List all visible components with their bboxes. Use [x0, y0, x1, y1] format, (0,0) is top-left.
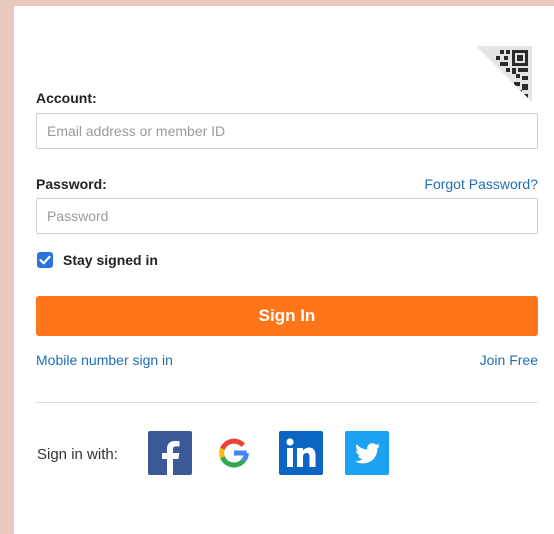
qr-login-toggle[interactable]: [476, 46, 532, 102]
account-input[interactable]: [36, 113, 538, 149]
twitter-sign-in-button[interactable]: [345, 431, 389, 475]
forgot-password-link[interactable]: Forgot Password?: [424, 176, 538, 192]
twitter-icon: [355, 443, 380, 464]
sign-in-with-label: Sign in with:: [37, 446, 118, 463]
password-input[interactable]: [36, 198, 538, 234]
linkedin-icon: [286, 438, 316, 467]
linkedin-sign-in-button[interactable]: [279, 431, 323, 475]
facebook-sign-in-button[interactable]: [148, 431, 192, 475]
stay-signed-in-label[interactable]: Stay signed in: [63, 252, 158, 268]
join-free-link[interactable]: Join Free: [480, 352, 538, 368]
mobile-sign-in-link[interactable]: Mobile number sign in: [36, 352, 173, 368]
google-icon: [219, 438, 249, 468]
divider: [36, 402, 538, 403]
stay-signed-in-checkbox[interactable]: [37, 252, 53, 268]
sign-in-button[interactable]: Sign In: [36, 296, 538, 336]
password-label: Password:: [36, 176, 107, 192]
checkmark-icon: [39, 255, 51, 265]
account-label: Account:: [36, 90, 97, 106]
qr-code-icon: [476, 46, 532, 102]
google-sign-in-button[interactable]: [212, 431, 256, 475]
facebook-icon: [162, 441, 180, 475]
